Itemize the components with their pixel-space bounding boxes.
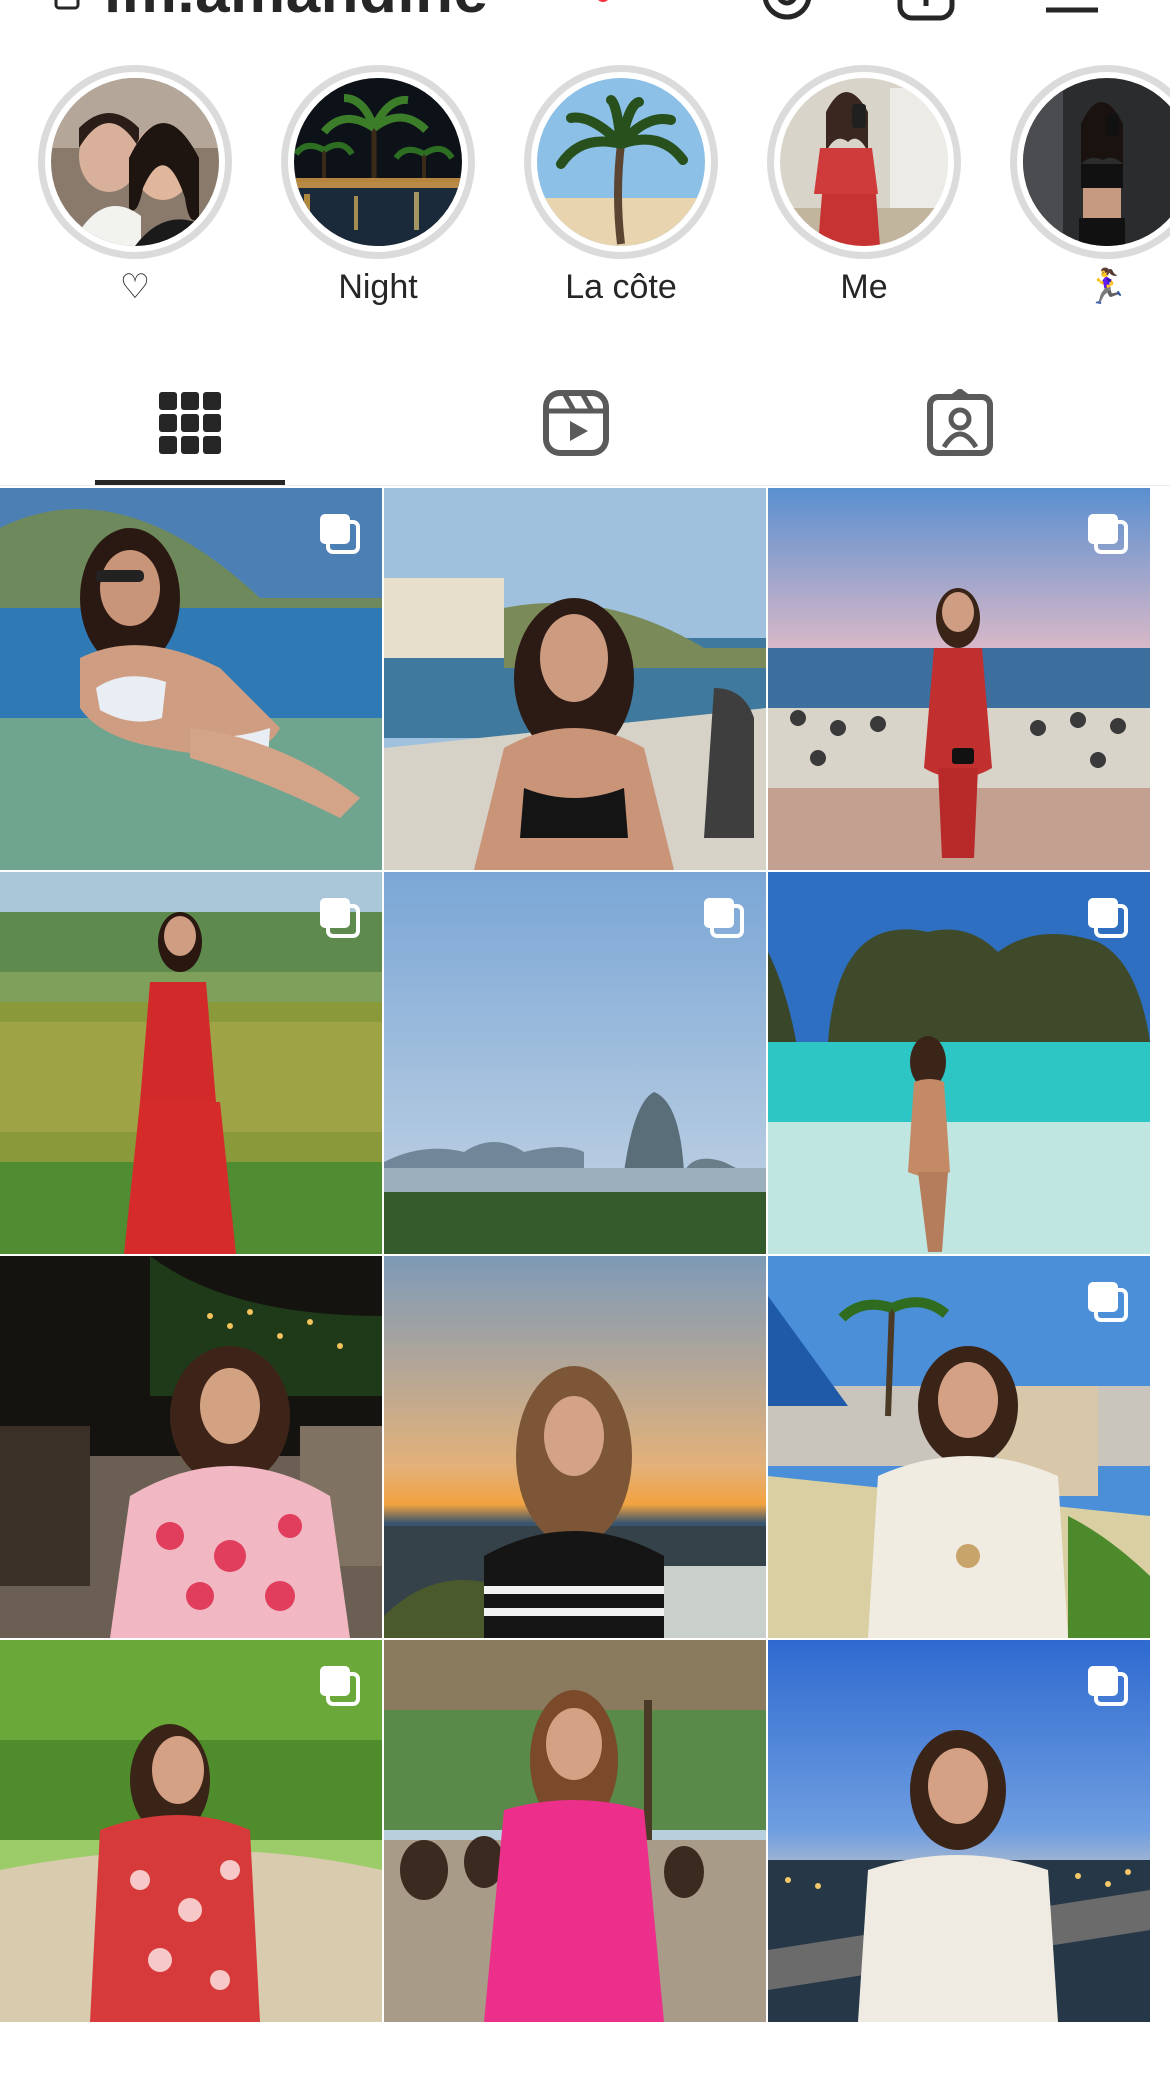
active-tab-indicator	[95, 480, 285, 485]
highlight-item[interactable]: ♡	[38, 60, 232, 320]
post-thumbnail[interactable]	[768, 872, 1150, 1254]
post-thumbnail[interactable]	[384, 872, 766, 1254]
tab-tagged[interactable]	[862, 360, 1058, 486]
grid-icon	[159, 392, 221, 454]
post-thumbnail[interactable]	[768, 1640, 1150, 2022]
carousel-icon	[1088, 514, 1128, 554]
highlight-cover	[537, 78, 705, 246]
highlight-item[interactable]: Night	[281, 60, 475, 320]
highlight-item[interactable]: La côte	[524, 60, 718, 320]
carousel-icon	[1088, 898, 1128, 938]
highlight-label: 🏃‍♀️	[1085, 268, 1129, 306]
tab-posts[interactable]	[92, 360, 288, 486]
reels-icon	[543, 390, 609, 456]
lock-icon	[54, 0, 80, 10]
carousel-icon	[320, 898, 360, 938]
profile-page: lm.amandine	[0, 0, 1170, 2080]
highlight-item[interactable]: Me	[767, 60, 961, 320]
highlight-label: La côte	[565, 268, 677, 306]
carousel-icon	[320, 1666, 360, 1706]
story-highlights: ♡ Night	[0, 60, 1170, 320]
profile-header: lm.amandine	[0, 0, 1170, 24]
highlight-cover	[294, 78, 462, 246]
tagged-icon	[927, 389, 993, 456]
post-thumbnail[interactable]	[384, 1256, 766, 1638]
post-thumbnail[interactable]	[384, 488, 766, 870]
carousel-icon	[704, 898, 744, 938]
post-thumbnail[interactable]	[768, 488, 1150, 870]
highlight-label: Night	[338, 268, 418, 306]
post-thumbnail[interactable]	[0, 1640, 382, 2022]
post-thumbnail[interactable]	[384, 1640, 766, 2022]
highlight-cover	[780, 78, 948, 246]
username[interactable]: lm.amandine	[104, 0, 489, 24]
carousel-icon	[1088, 1666, 1128, 1706]
post-thumbnail[interactable]	[768, 1256, 1150, 1638]
highlight-cover	[51, 78, 219, 246]
post-thumbnail[interactable]	[0, 872, 382, 1254]
tab-reels[interactable]	[478, 360, 674, 486]
profile-tabs	[0, 360, 1170, 486]
menu-icon[interactable]	[1040, 0, 1104, 22]
add-post-icon[interactable]	[894, 0, 958, 22]
carousel-icon	[320, 514, 360, 554]
highlight-item[interactable]: 🏃‍♀️	[1010, 60, 1170, 320]
post-thumbnail[interactable]	[0, 1256, 382, 1638]
post-thumbnail[interactable]	[0, 488, 382, 870]
highlight-label: ♡	[119, 268, 151, 306]
threads-icon[interactable]	[760, 0, 814, 22]
highlight-label: Me	[840, 268, 888, 306]
notification-dot	[596, 0, 610, 2]
carousel-icon	[1088, 1282, 1128, 1322]
